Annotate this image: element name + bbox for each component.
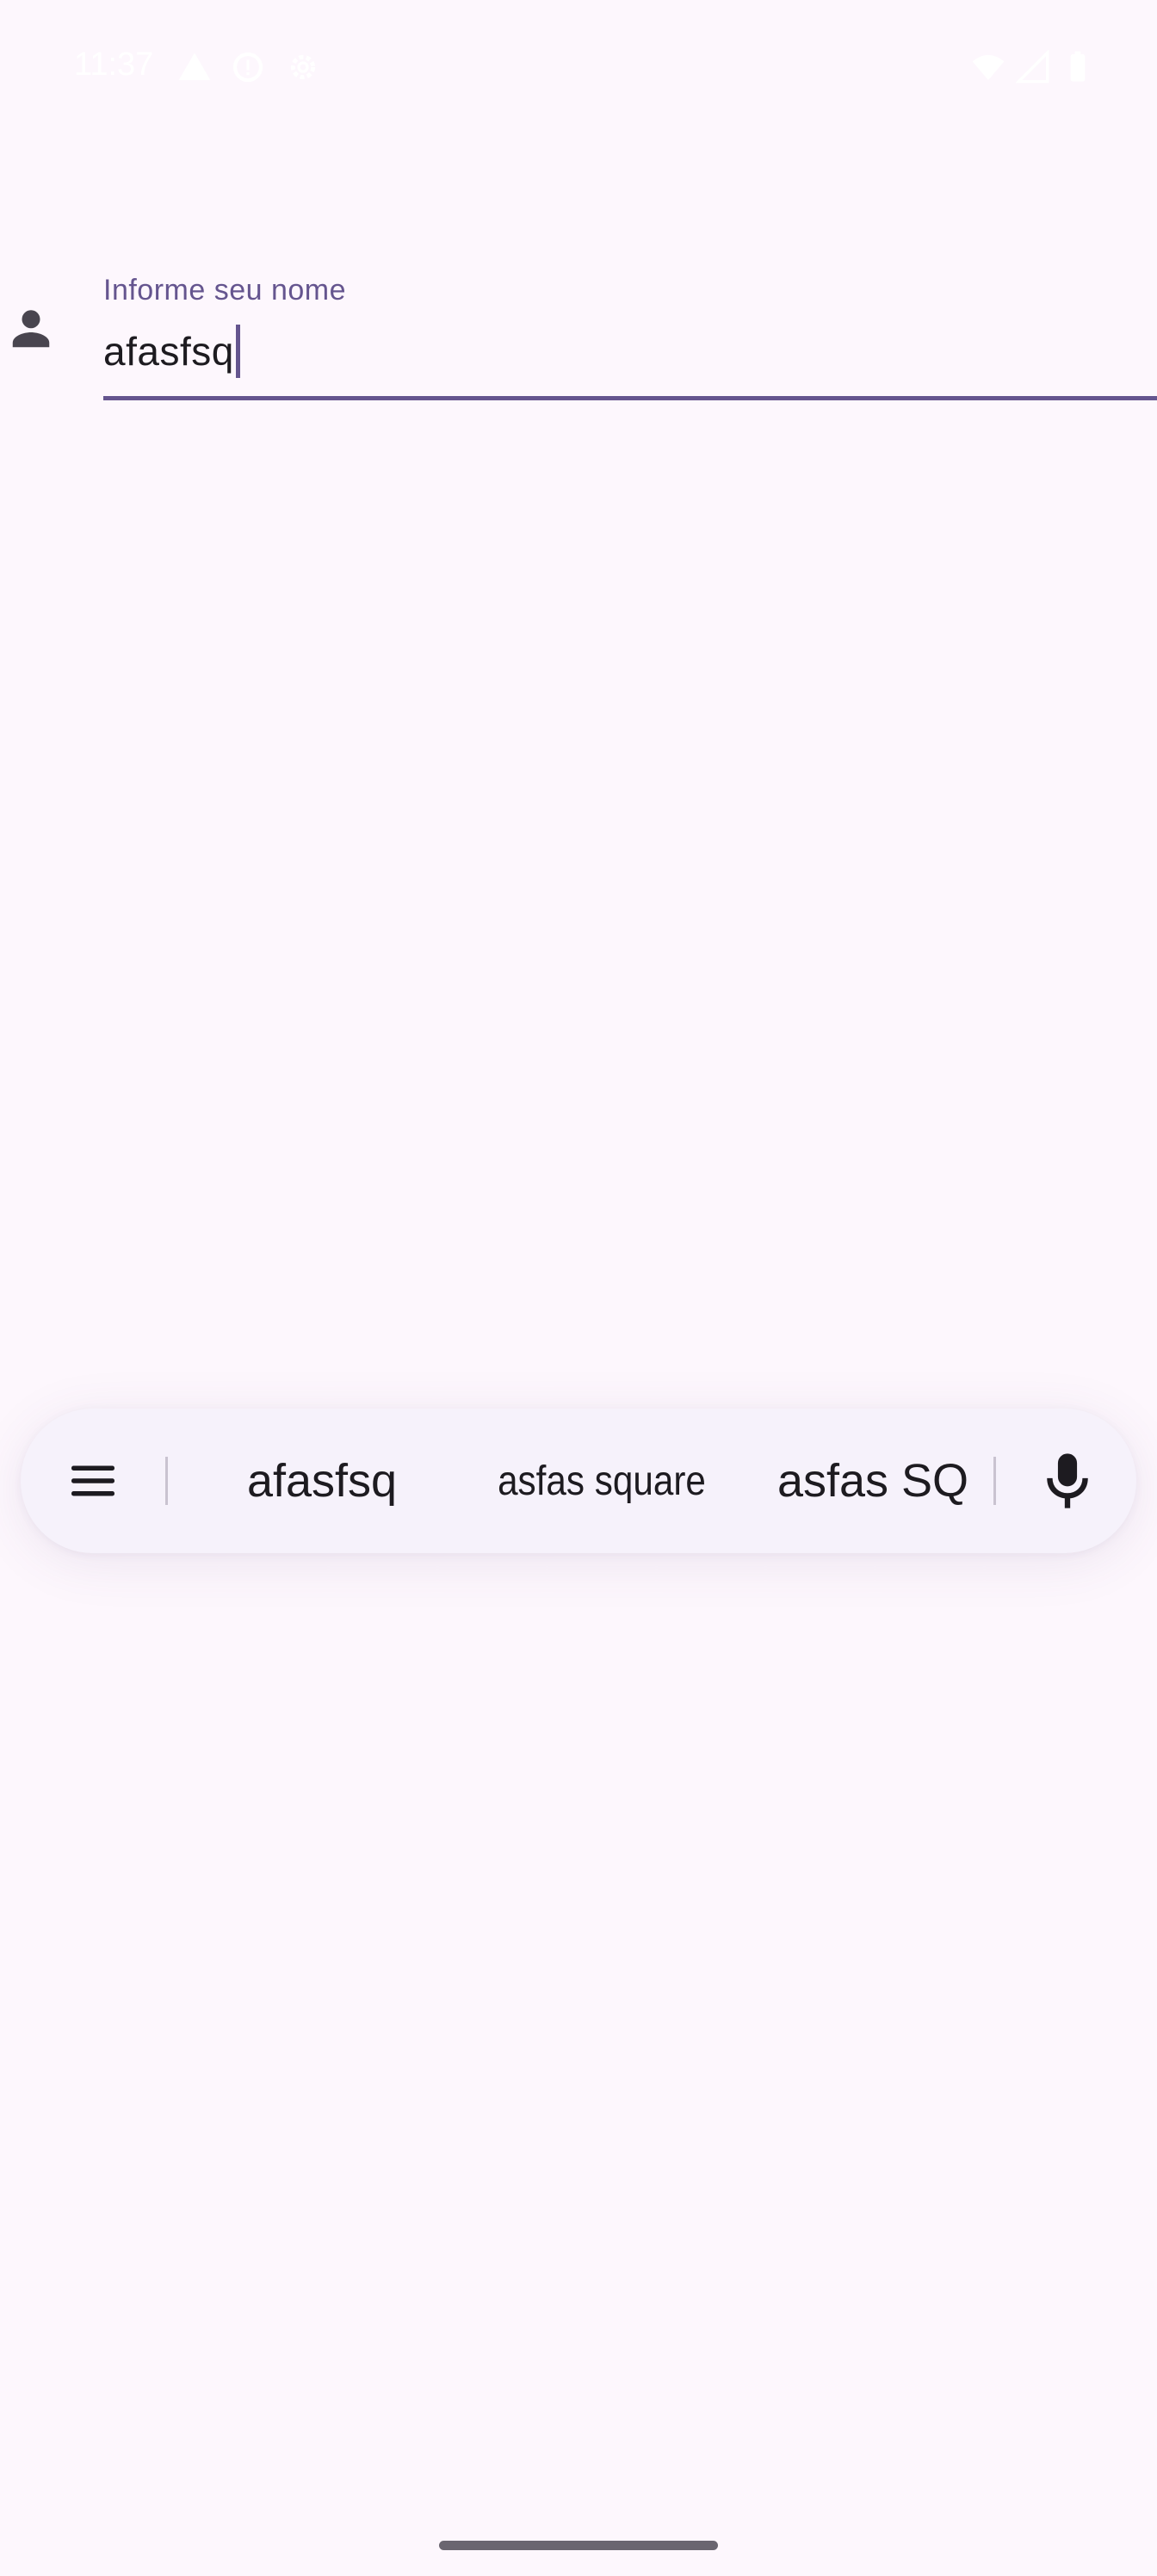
name-field-label: Informe seu nome <box>103 274 347 307</box>
text-cursor <box>235 325 240 378</box>
info-icon <box>232 52 263 83</box>
microphone-icon[interactable] <box>1035 1448 1100 1514</box>
suggestion-item[interactable]: afasfsq <box>193 1409 451 1553</box>
status-time: 11:37 <box>74 46 154 83</box>
suggestion-divider <box>165 1457 168 1505</box>
name-input[interactable]: afasfsq <box>103 324 240 379</box>
field-underline <box>103 396 1157 400</box>
keyboard-suggestion-strip: afasfsq asfas square asfas SQ <box>21 1409 1136 1553</box>
battery-icon <box>1070 51 1086 82</box>
name-input-value: afasfsq <box>103 329 234 374</box>
person-icon <box>12 310 50 348</box>
suggestion-item[interactable]: asfas square <box>485 1409 720 1553</box>
warning-icon <box>178 53 211 80</box>
suggestion-item[interactable]: asfas SQ <box>744 1409 1002 1553</box>
menu-icon[interactable] <box>67 1455 119 1507</box>
settings-icon <box>290 54 316 80</box>
status-bar: 11:37 <box>0 0 1157 138</box>
wifi-icon <box>972 54 1005 80</box>
name-field[interactable]: Informe seu nome afasfsq <box>103 267 1157 405</box>
gesture-nav-handle[interactable] <box>439 2541 718 2550</box>
signal-icon <box>1016 50 1049 84</box>
suggestion-divider <box>993 1457 996 1505</box>
